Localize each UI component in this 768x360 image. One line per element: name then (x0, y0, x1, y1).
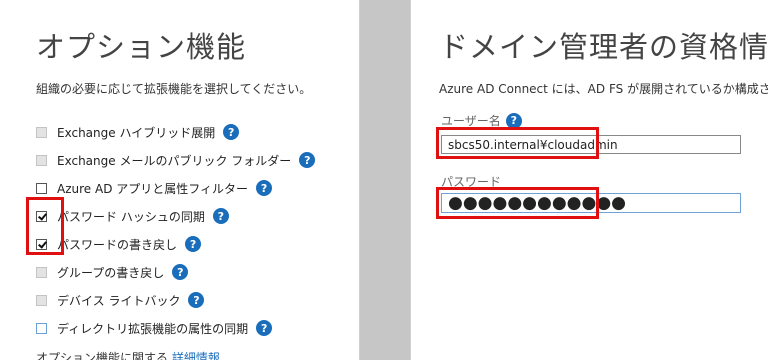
option-label: Exchange メールのパブリック フォルダー (57, 153, 292, 168)
page-description: Azure AD Connect には、AD FS が展開されているか構成されて (439, 82, 768, 96)
option-label: デバイス ライトバック (57, 293, 181, 308)
option-exchange-hybrid[interactable]: Exchange ハイブリッド展開 ? (36, 118, 315, 146)
options-list: Exchange ハイブリッド展開 ? Exchange メールのパブリック フ… (36, 118, 316, 342)
option-label: Exchange ハイブリッド展開 (57, 125, 216, 140)
option-password-writeback[interactable]: パスワードの書き戻し ? (36, 230, 315, 258)
checkbox-highlight-box (26, 197, 64, 255)
password-highlight-box (436, 187, 599, 219)
option-exchange-public-folders[interactable]: Exchange メールのパブリック フォルダー ? (36, 146, 316, 174)
option-group-writeback[interactable]: グループの書き戻し ? (36, 258, 315, 286)
option-label: パスワードの書き戻し (57, 237, 178, 252)
option-label: パスワード ハッシュの同期 (57, 209, 205, 224)
page-title: ドメイン管理者の資格情報 (439, 30, 768, 64)
checkbox[interactable] (36, 154, 47, 166)
help-icon[interactable]: ? (256, 320, 273, 336)
username-highlight-box (436, 127, 599, 159)
option-label: ディレクトリ拡張機能の属性の同期 (57, 321, 249, 336)
help-icon[interactable]: ? (223, 124, 240, 140)
option-label: Azure AD アプリと属性フィルター (57, 181, 249, 196)
help-icon[interactable]: ? (299, 152, 316, 168)
help-icon[interactable]: ? (185, 236, 202, 252)
page-title: オプション機能 (36, 30, 247, 64)
option-device-writeback[interactable]: デバイス ライトバック ? (36, 286, 315, 314)
option-directory-extension-sync[interactable]: ディレクトリ拡張機能の属性の同期 ? (36, 314, 315, 342)
option-label: グループの書き戻し (57, 265, 165, 280)
page-description: 組織の必要に応じて拡張機能を選択してください。 (36, 82, 312, 96)
option-password-hash-sync[interactable]: パスワード ハッシュの同期 ? (36, 202, 315, 230)
option-app-attribute-filtering[interactable]: Azure AD アプリと属性フィルター ? (36, 174, 315, 202)
window-gap (360, 0, 410, 360)
help-icon[interactable]: ? (188, 292, 205, 308)
optional-features-panel: オプション機能 組織の必要に応じて拡張機能を選択してください。 Exchange… (0, 0, 360, 360)
checkbox[interactable] (36, 322, 47, 334)
footer-note: オプション機能に関する 詳細情報 (36, 349, 220, 360)
help-icon[interactable]: ? (256, 180, 273, 196)
domain-admin-credentials-panel: ドメイン管理者の資格情報 Azure AD Connect には、AD FS が… (410, 0, 768, 360)
help-icon[interactable]: ? (172, 264, 189, 280)
learn-more-link[interactable]: 詳細情報 (172, 351, 220, 360)
checkbox[interactable] (36, 182, 47, 194)
help-icon[interactable]: ? (212, 208, 229, 224)
checkbox[interactable] (36, 266, 47, 278)
checkbox[interactable] (36, 126, 47, 138)
footer-text: オプション機能に関する (36, 351, 169, 360)
checkbox[interactable] (36, 294, 47, 306)
